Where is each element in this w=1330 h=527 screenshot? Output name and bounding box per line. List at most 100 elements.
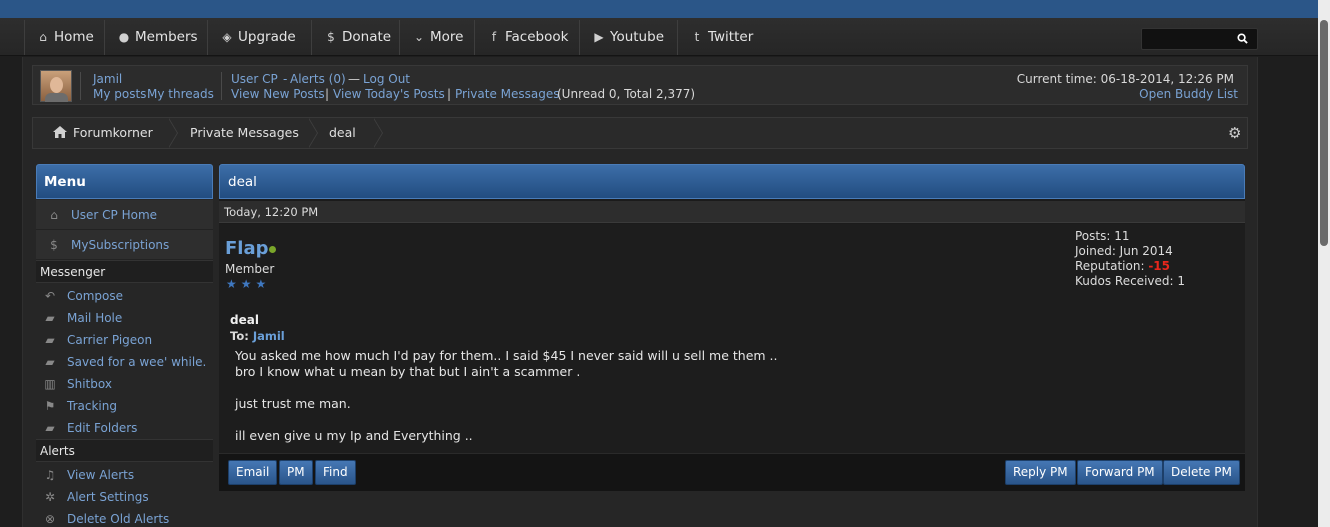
star-rank-icon: ★★★ — [226, 277, 271, 291]
recipient-link[interactable]: Jamil — [253, 329, 285, 343]
sidebar-item-edit-folders[interactable]: ▰ Edit Folders — [36, 417, 213, 439]
sidebar-section-messenger: Messenger — [36, 260, 213, 283]
nav-label: Home — [54, 29, 94, 45]
scrollbar-thumb[interactable] — [1320, 20, 1328, 246]
nav-label: Donate — [342, 29, 392, 45]
main-nav: ⌂ Home ● Members ◈ Upgrade $ Donate ⌄ More fF… — [0, 18, 1318, 56]
nav-twitter[interactable]: t Twitter — [678, 20, 768, 55]
sidebar-title: Menu — [36, 164, 213, 199]
author-username[interactable]: Flap — [225, 238, 269, 259]
nav-members[interactable]: ● Members — [105, 20, 208, 55]
facebook-icon: f — [491, 30, 497, 44]
reputation-label: Reputation: — [1075, 259, 1145, 273]
nav-label: Twitter — [708, 29, 754, 45]
forward-pm-button[interactable]: Forward PM — [1077, 460, 1163, 485]
user-cp-link[interactable]: User CP — [231, 72, 278, 86]
page-scrollbar[interactable] — [1318, 0, 1330, 527]
folder-icon: ▰ — [45, 421, 55, 435]
top-strip — [0, 0, 1330, 18]
sidebar-item-mail-hole[interactable]: ▰ Mail Hole — [36, 307, 213, 329]
sidebar-item-label: Mail Hole — [67, 311, 123, 325]
folder-icon: ▰ — [45, 333, 55, 347]
chevron-down-icon: ⌄ — [413, 30, 425, 44]
message-line: just trust me man. — [235, 396, 351, 411]
home-icon: ⌂ — [39, 30, 47, 44]
sidebar-item-shitbox[interactable]: ▥ Shitbox — [36, 373, 213, 395]
message-date: Today, 12:20 PM — [219, 201, 1245, 223]
message-line: ill even give u my Ip and Everything .. — [235, 428, 473, 443]
search-input[interactable] — [1141, 28, 1258, 50]
sidebar-item-alert-settings[interactable]: ✲ Alert Settings — [36, 486, 213, 508]
separator-pipe: | — [325, 87, 330, 101]
pm-button[interactable]: PM — [279, 460, 313, 485]
open-buddy-list-link[interactable]: Open Buddy List — [1139, 87, 1238, 101]
search-icon[interactable] — [1237, 33, 1248, 44]
sidebar-item-label: Shitbox — [67, 377, 112, 391]
sidebar-item-mysubscriptions[interactable]: $ MySubscriptions — [36, 230, 213, 260]
log-out-link[interactable]: Log Out — [363, 72, 410, 86]
avatar[interactable] — [40, 70, 72, 102]
sidebar-item-view-alerts[interactable]: ♫ View Alerts — [36, 464, 213, 486]
nav-label: More — [430, 29, 464, 45]
nav-donate[interactable]: $ Donate — [312, 20, 400, 55]
email-button[interactable]: Email — [228, 460, 278, 485]
folder-icon: ▰ — [45, 355, 55, 369]
folder-open-icon: ▰ — [45, 311, 55, 325]
delete-circle-icon: ⊗ — [44, 512, 56, 526]
bell-icon: ♫ — [44, 468, 56, 482]
alerts-link[interactable]: Alerts (0) — [290, 72, 346, 86]
author-title: Member — [225, 262, 275, 276]
flag-icon: ⚑ — [44, 399, 56, 413]
message-line: bro I know what u mean by that but I ain… — [235, 364, 581, 379]
sidebar-section-alerts: Alerts — [36, 439, 213, 462]
twitter-icon: t — [694, 30, 700, 44]
author-joined: Joined: Jun 2014 — [1075, 244, 1173, 258]
my-posts-link[interactable]: My posts — [93, 87, 146, 101]
message-panel: deal Today, 12:20 PM Flap Member ★★★ Pos… — [219, 164, 1245, 491]
reply-pm-button[interactable]: Reply PM — [1005, 460, 1076, 485]
sidebar-item-label: Compose — [67, 289, 124, 303]
sidebar-item-label: View Alerts — [67, 468, 135, 482]
sidebar-item-carrier-pigeon[interactable]: ▰ Carrier Pigeon — [36, 329, 213, 351]
message-recipient: To: Jamil — [230, 329, 285, 343]
message-line: You asked me how much I'd pay for them..… — [235, 348, 778, 363]
sidebar-item-label: MySubscriptions — [71, 238, 170, 252]
reputation-value[interactable]: -15 — [1148, 259, 1170, 273]
dollar-icon: $ — [50, 238, 58, 252]
username-link[interactable]: Jamil — [93, 72, 122, 86]
message-header: deal — [219, 164, 1245, 199]
cogs-icon: ✲ — [44, 490, 56, 504]
sidebar-item-saved[interactable]: ▰ Saved for a wee' while. — [36, 351, 213, 373]
breadcrumb-home[interactable]: Forumkorner — [53, 118, 153, 148]
sidebar-item-label: Edit Folders — [67, 421, 138, 435]
sidebar-item-tracking[interactable]: ⚑ Tracking — [36, 395, 213, 417]
sidebar-item-compose[interactable]: ↶ Compose — [36, 285, 213, 307]
nav-facebook[interactable]: f Facebook — [475, 20, 580, 55]
breadcrumb-current: deal — [329, 125, 356, 140]
nav-home[interactable]: ⌂ Home — [24, 20, 105, 55]
my-threads-link[interactable]: My threads — [147, 87, 214, 101]
separator-pipe: | — [447, 87, 452, 101]
to-label: To: — [230, 329, 249, 343]
current-time-text: Current time: 06-18-2014, 12:26 PM — [1016, 72, 1234, 86]
nav-youtube[interactable]: ▶ Youtube — [580, 20, 678, 55]
sidebar-item-label: Delete Old Alerts — [67, 512, 170, 526]
message-actions: Email PM Find Reply PM Forward PM Delete… — [219, 453, 1245, 491]
delete-pm-button[interactable]: Delete PM — [1163, 460, 1240, 485]
find-button[interactable]: Find — [315, 460, 356, 485]
breadcrumb-home-label: Forumkorner — [73, 125, 153, 140]
breadcrumb-private-messages[interactable]: Private Messages — [190, 118, 299, 148]
nav-more[interactable]: ⌄ More — [400, 20, 475, 55]
nav-upgrade[interactable]: ◈ Upgrade — [208, 20, 312, 55]
gear-icon[interactable]: ⚙ — [1228, 126, 1241, 141]
sidebar-item-delete-old-alerts[interactable]: ⊗ Delete Old Alerts — [36, 508, 213, 527]
view-todays-posts-link[interactable]: View Today's Posts — [333, 87, 445, 101]
private-messages-link[interactable]: Private Messages — [455, 87, 560, 101]
dollar-icon: $ — [327, 30, 335, 44]
home-icon: ⌂ — [50, 208, 58, 222]
sidebar-item-user-cp-home[interactable]: ⌂ User CP Home — [36, 200, 213, 230]
view-new-posts-link[interactable]: View New Posts — [231, 87, 325, 101]
sidebar-item-label: Saved for a wee' while. — [67, 355, 207, 369]
play-icon: ▶ — [594, 30, 604, 44]
author-kudos: Kudos Received: 1 — [1075, 274, 1185, 288]
